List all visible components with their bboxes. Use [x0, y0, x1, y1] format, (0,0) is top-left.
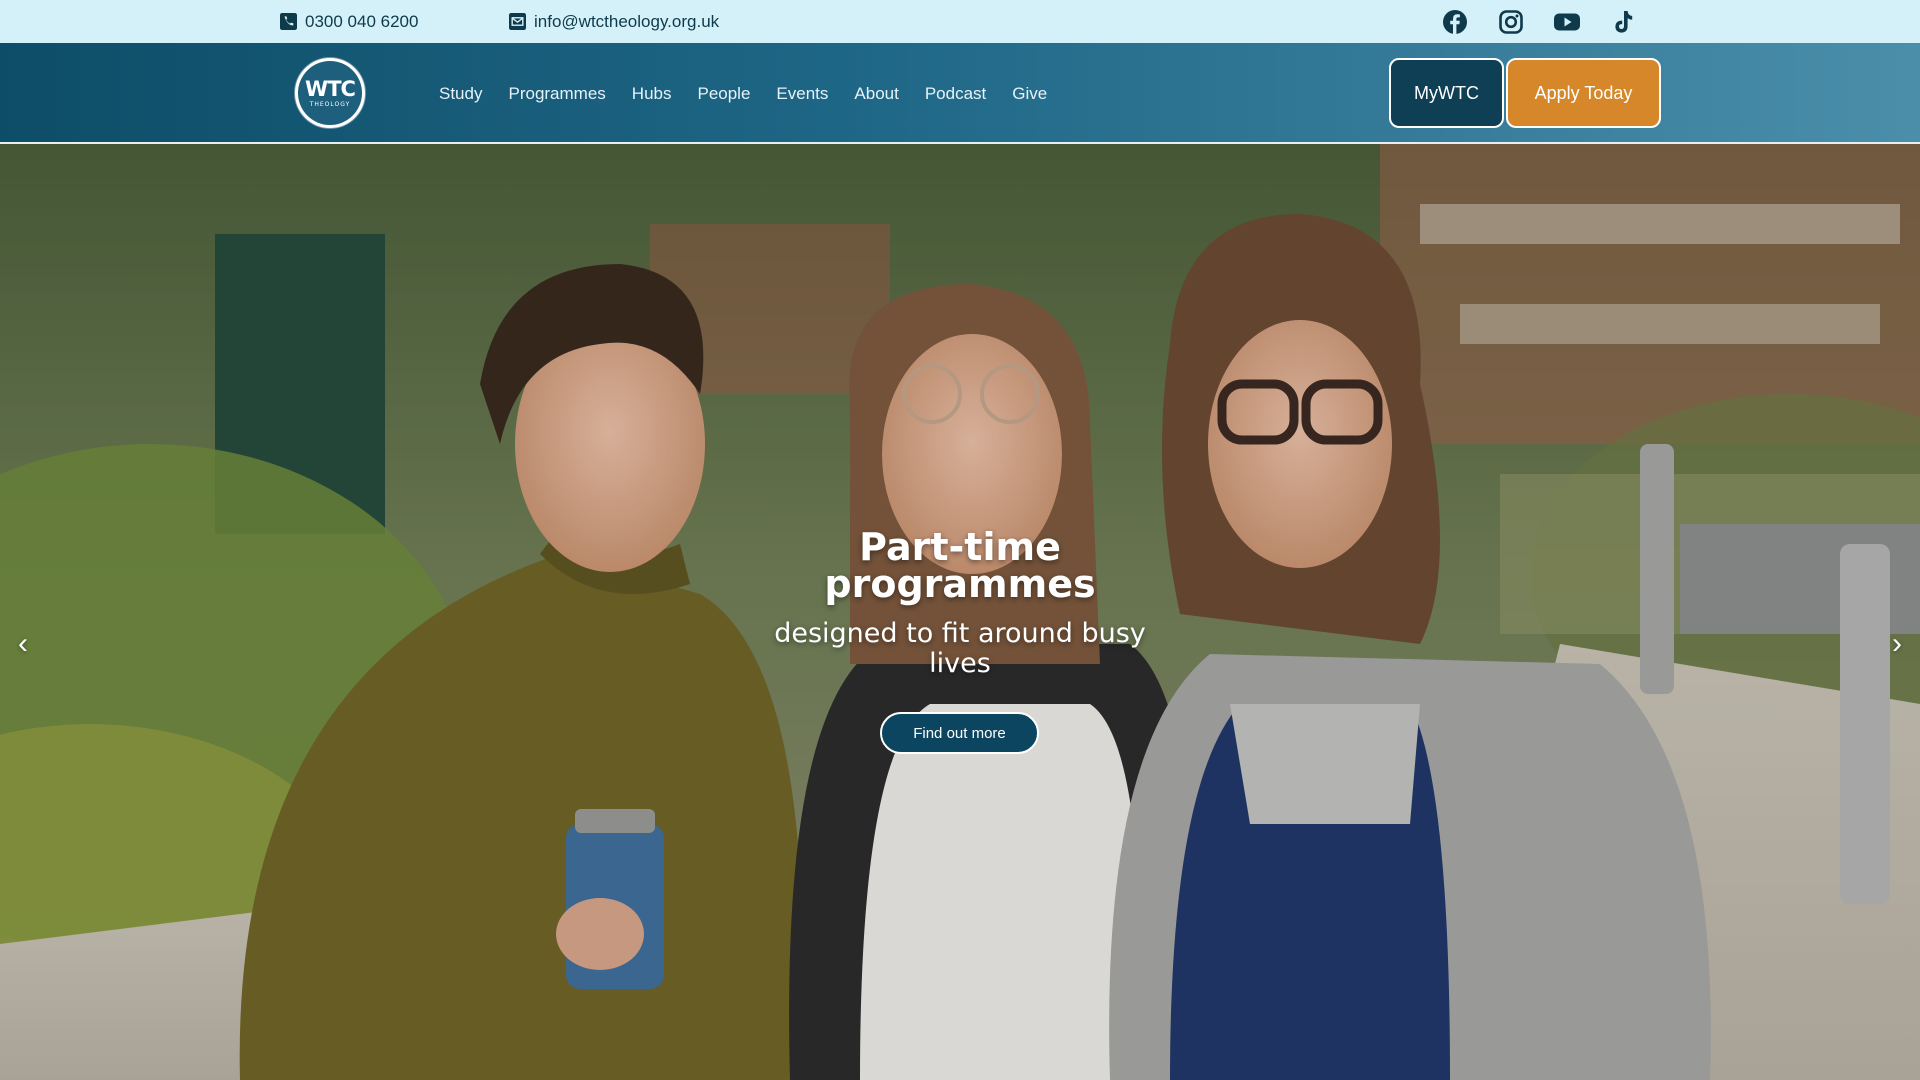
- nav-link-study[interactable]: Study: [439, 84, 495, 104]
- phone-contact[interactable]: 0300 040 6200: [280, 0, 418, 43]
- email-address[interactable]: info@wtctheology.org.uk: [534, 12, 719, 32]
- nav-link-podcast[interactable]: Podcast: [912, 84, 999, 104]
- logo-badge: WTC THEOLOGY: [298, 61, 362, 125]
- mywtc-button[interactable]: MyWTC: [1389, 58, 1504, 128]
- chevron-left-icon[interactable]: ‹: [8, 624, 38, 664]
- primary-nav: Study Programmes Hubs People Events Abou…: [439, 43, 1060, 144]
- envelope-icon: [509, 13, 526, 30]
- social-links: [1441, 0, 1637, 43]
- phone-number[interactable]: 0300 040 6200: [305, 12, 418, 32]
- phone-icon: [280, 13, 297, 30]
- hero-slider: Part-time programmes designed to fit aro…: [0, 144, 1920, 1080]
- facebook-icon[interactable]: [1441, 8, 1469, 36]
- main-navbar: WTC THEOLOGY Study Programmes Hubs Peopl…: [0, 43, 1920, 144]
- tiktok-icon[interactable]: [1609, 8, 1637, 36]
- logo-subtitle: THEOLOGY: [309, 100, 351, 108]
- hero-title: Part-time programmes: [824, 525, 1096, 606]
- nav-link-events[interactable]: Events: [763, 84, 841, 104]
- logo-wordmark: WTC: [305, 76, 356, 101]
- find-out-more-button[interactable]: Find out more: [880, 712, 1039, 754]
- instagram-icon[interactable]: [1497, 8, 1525, 36]
- hero-caption: Part-time programmes designed to fit aro…: [760, 525, 1160, 679]
- chevron-right-icon[interactable]: ›: [1882, 624, 1912, 664]
- youtube-icon[interactable]: [1553, 8, 1581, 36]
- nav-link-people[interactable]: People: [684, 84, 763, 104]
- nav-link-give[interactable]: Give: [999, 84, 1060, 104]
- nav-link-about[interactable]: About: [841, 84, 911, 104]
- wtc-logo[interactable]: WTC THEOLOGY: [295, 58, 365, 128]
- top-info-bar: 0300 040 6200 info@wtctheology.org.uk: [0, 0, 1920, 43]
- apply-today-button[interactable]: Apply Today: [1506, 58, 1661, 128]
- nav-link-hubs[interactable]: Hubs: [619, 84, 685, 104]
- email-contact[interactable]: info@wtctheology.org.uk: [509, 0, 719, 43]
- nav-link-programmes[interactable]: Programmes: [495, 84, 618, 104]
- hero-subtitle: designed to fit around busy lives: [774, 618, 1146, 679]
